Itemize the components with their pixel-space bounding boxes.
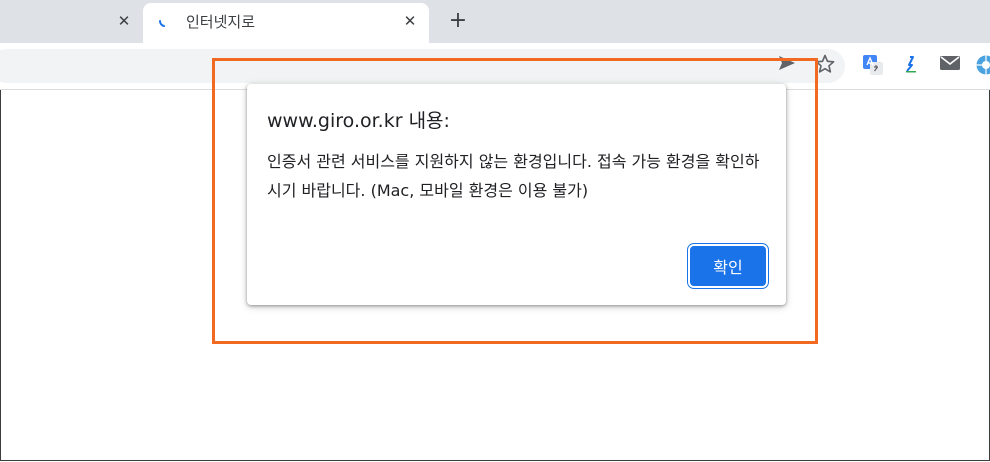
tab-previous[interactable]: ✕ [0,0,142,43]
globe-extension-icon[interactable] [974,54,990,78]
alert-dialog: www.giro.or.kr 내용: 인증서 관련 서비스를 지원하지 않는 환… [247,84,786,305]
dialog-message: 인증서 관련 서비스를 지원하지 않는 환경입니다. 접속 가능 환경을 확인하… [267,152,760,200]
dialog-title: www.giro.or.kr 내용: [267,110,450,132]
google-translate-extension-icon[interactable] [861,54,885,78]
tab-title: 인터넷지로 [186,13,256,31]
ok-button[interactable]: 확인 [690,246,766,286]
tab-active[interactable]: 인터넷지로 ✕ [143,3,429,43]
close-tab-icon[interactable]: ✕ [400,11,420,31]
extension-icon[interactable] [899,54,923,78]
new-tab-button[interactable]: + [446,9,470,33]
mail-icon[interactable] [938,54,962,78]
tab-strip: ✕ 인터넷지로 ✕ + [0,0,990,43]
loading-spinner-icon [159,20,165,27]
close-tab-icon[interactable]: ✕ [114,11,134,31]
